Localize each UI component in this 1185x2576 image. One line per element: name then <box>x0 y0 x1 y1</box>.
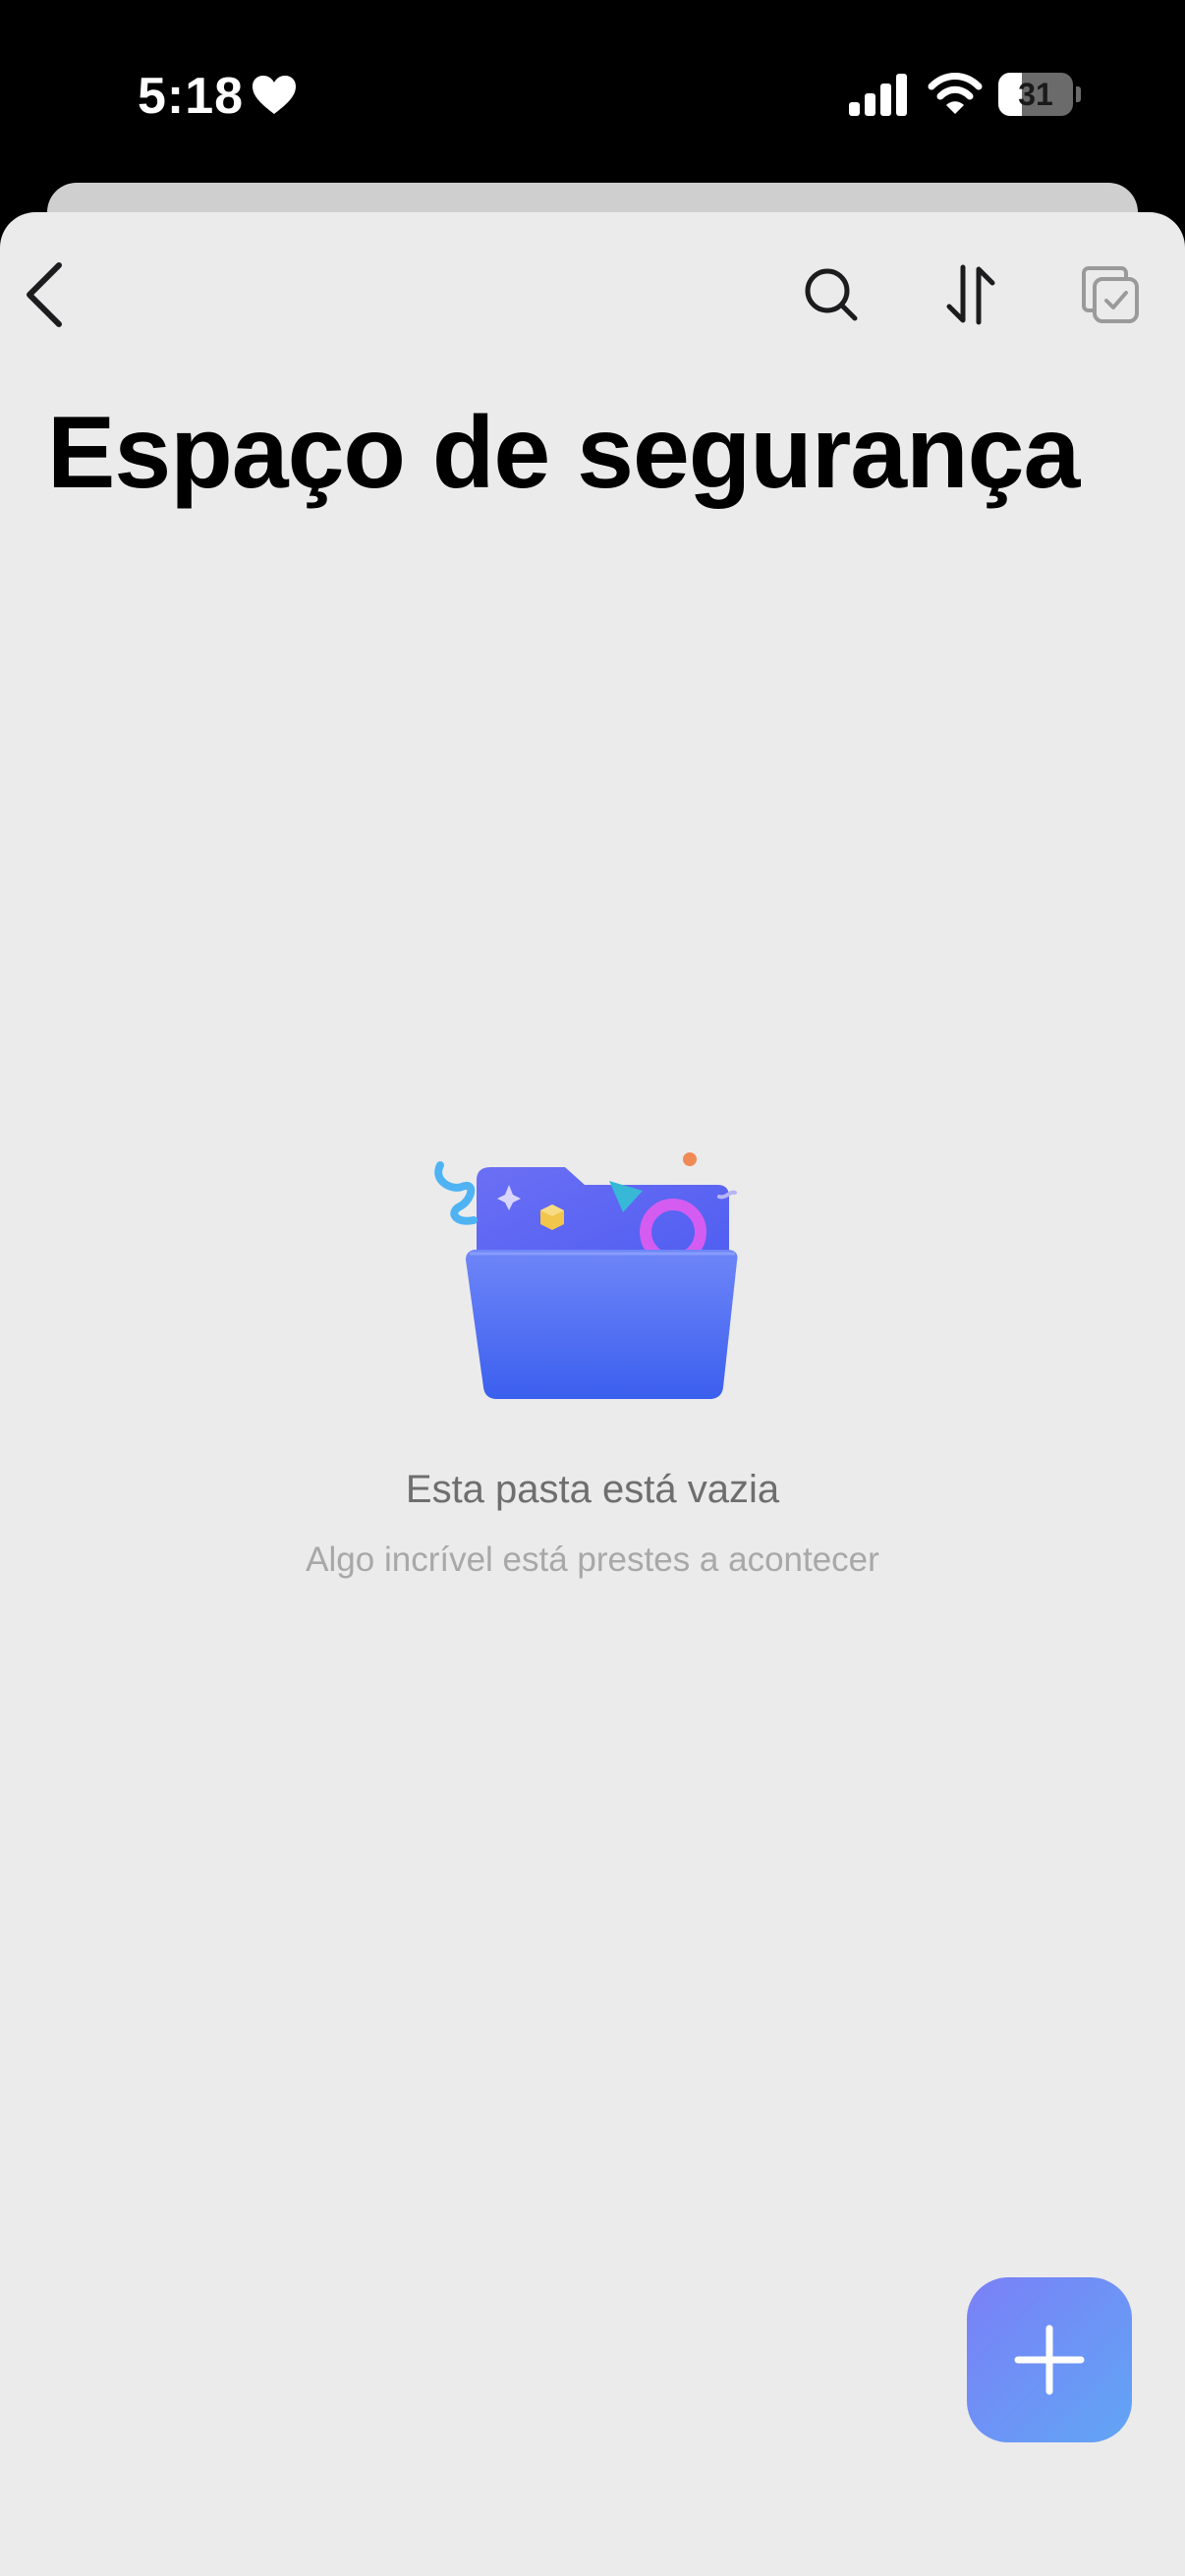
add-button[interactable] <box>967 2277 1132 2442</box>
battery-level: 31 <box>1018 77 1053 112</box>
cellular-signal-icon <box>849 74 907 116</box>
battery-body: 31 <box>998 73 1073 116</box>
secure-folder-sheet: Espaço de segurança Esta pasta está vazi… <box>0 212 1185 2576</box>
app-screen: 5:18 31 Espaço de segurança Esta pasta e… <box>0 0 1185 2576</box>
battery-icon: 31 <box>998 73 1081 116</box>
page-title: Espaço de segurança <box>47 396 1080 510</box>
search-icon <box>805 268 858 321</box>
empty-state-title: Esta pasta está vazia <box>405 1468 780 1511</box>
empty-state-subtitle: Algo incrível está prestes a acontecer <box>306 1540 879 1579</box>
empty-folder-illustration <box>434 1152 738 1399</box>
heart-icon <box>253 76 296 114</box>
search-button[interactable] <box>792 255 871 334</box>
sort-icon <box>946 264 995 325</box>
battery-nub <box>1076 86 1081 102</box>
back-button[interactable] <box>6 255 85 334</box>
sort-button[interactable] <box>931 255 1010 334</box>
wifi-icon <box>928 73 983 114</box>
status-bar: 5:18 31 <box>0 0 1185 187</box>
multi-select-icon <box>1082 266 1139 323</box>
status-time: 5:18 <box>138 68 245 125</box>
plus-icon <box>1014 2324 1085 2395</box>
multi-select-button[interactable] <box>1071 255 1150 334</box>
chevron-left-icon <box>27 262 62 327</box>
